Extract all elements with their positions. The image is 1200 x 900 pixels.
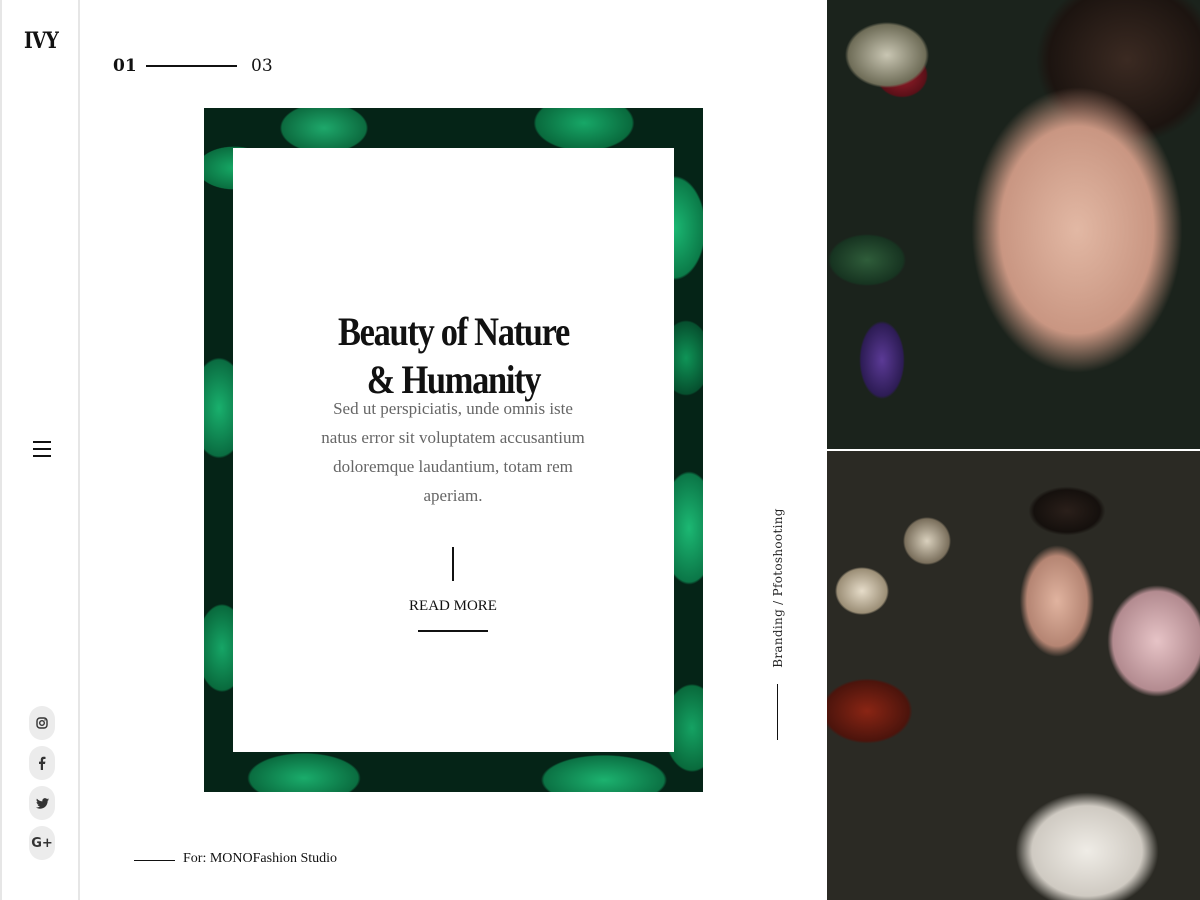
sidebar: IVY G+ [0, 0, 80, 900]
read-more-link[interactable]: READ MORE [403, 598, 503, 615]
hamburger-icon[interactable] [33, 441, 51, 457]
card-divider [452, 547, 454, 581]
card-title-line1: Beauty of Nature [338, 309, 570, 354]
instagram-icon[interactable] [29, 706, 55, 740]
site-logo[interactable]: IVY [8, 28, 74, 54]
content-card: Beauty of Nature & Humanity Sed ut persp… [233, 148, 674, 752]
current-slide: 01 [113, 56, 137, 76]
counter-divider [146, 65, 237, 67]
total-slides: 03 [251, 56, 273, 76]
category-label: Branding / Pfotoshooting [771, 508, 785, 668]
client-text: For: MONOFashion Studio [183, 851, 338, 866]
instagram-glyph [36, 717, 48, 729]
social-links: G+ [29, 706, 55, 866]
read-more-underline [418, 630, 488, 632]
twitter-glyph [35, 797, 49, 809]
card-title: Beauty of Nature & Humanity [264, 308, 643, 404]
facebook-icon[interactable] [29, 746, 55, 780]
portrait-photo-bottom [827, 451, 1200, 900]
menu-bar [33, 455, 51, 457]
google-plus-glyph: G+ [31, 835, 53, 851]
menu-bar [33, 441, 51, 443]
facebook-glyph [39, 756, 46, 770]
portrait-photo-top [827, 0, 1200, 449]
menu-bar [33, 448, 51, 450]
card-description: Sed ut perspiciatis, unde omnis iste nat… [321, 399, 585, 505]
category-line [777, 684, 778, 740]
client-line [134, 860, 175, 861]
twitter-icon[interactable] [29, 786, 55, 820]
leaf-background-image: Beauty of Nature & Humanity Sed ut persp… [204, 108, 703, 792]
google-plus-icon[interactable]: G+ [29, 826, 55, 860]
